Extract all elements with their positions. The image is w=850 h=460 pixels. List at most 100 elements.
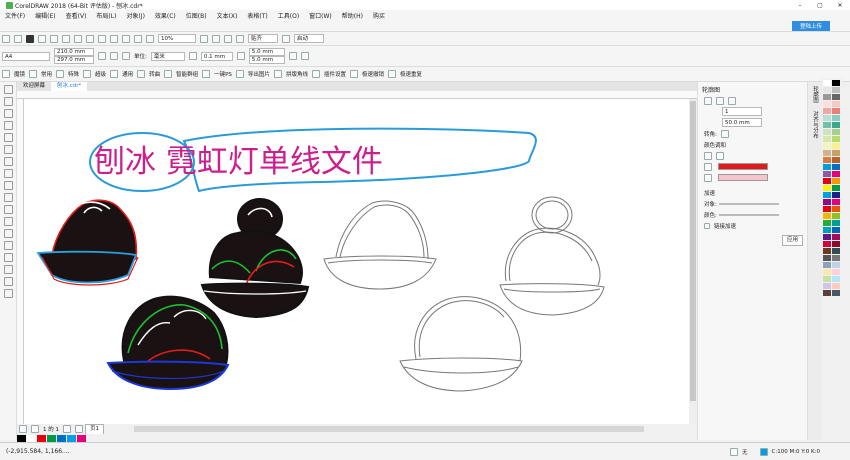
color-swatch[interactable] <box>832 143 840 149</box>
menu-item[interactable]: 表格(T) <box>242 11 272 20</box>
prev-page-icon[interactable] <box>31 425 39 433</box>
color-swatch[interactable] <box>832 178 840 184</box>
duplicate-x-field[interactable]: 5.0 mm <box>248 48 285 56</box>
save-icon[interactable] <box>26 34 34 43</box>
color-swatch[interactable] <box>823 80 831 86</box>
interactive-fill-icon[interactable] <box>4 265 13 274</box>
duplicate-y-field[interactable]: 5.0 mm <box>248 56 285 64</box>
color-accel-slider[interactable] <box>718 213 779 216</box>
rulers-icon[interactable] <box>212 34 220 43</box>
apply-button[interactable]: 应用 <box>781 235 803 246</box>
object-accel-slider[interactable] <box>718 202 779 205</box>
connector-tool-icon[interactable] <box>4 217 13 226</box>
landscape-icon[interactable] <box>110 52 118 60</box>
color-swatch[interactable] <box>823 290 831 296</box>
options-gear-icon[interactable] <box>282 34 290 43</box>
page-tab[interactable]: 页1 <box>85 423 104 435</box>
plugin-button[interactable]: 极速撤销 <box>362 70 384 78</box>
fill-status-icon[interactable] <box>730 447 738 456</box>
color-swatch[interactable] <box>823 150 831 156</box>
color-swatch[interactable] <box>832 101 840 107</box>
launch-dropdown[interactable]: 启动 <box>294 34 324 43</box>
zoom-tool-icon[interactable] <box>4 121 13 130</box>
redo-icon[interactable] <box>98 34 106 43</box>
page-width-field[interactable]: 210.0 mm <box>54 48 94 56</box>
outline-status-icon[interactable] <box>759 447 768 456</box>
crop-tool-icon[interactable] <box>4 109 13 118</box>
vertical-scroll-thumb[interactable] <box>690 101 696 401</box>
vertical-ruler[interactable] <box>17 99 24 424</box>
menu-item[interactable]: 查看(V) <box>61 11 92 20</box>
horizontal-scrollbar[interactable] <box>134 426 644 432</box>
document-color-swatch[interactable] <box>27 434 36 442</box>
unit-dropdown[interactable]: 毫米 <box>150 51 185 61</box>
draw-mode-icon[interactable] <box>288 52 297 60</box>
color-swatch[interactable] <box>832 171 840 177</box>
plugin-button[interactable]: 导出图片 <box>248 70 270 78</box>
snap-to-dropdown[interactable]: 贴齐 <box>248 34 278 43</box>
drawing-canvas[interactable]: 刨冰 霓虹灯单线文件 <box>24 99 689 424</box>
next-page-icon[interactable] <box>63 425 71 433</box>
print-icon[interactable] <box>38 34 46 43</box>
maximize-icon[interactable]: ▢ <box>810 2 830 9</box>
color-swatch[interactable] <box>832 220 840 226</box>
offset-field[interactable]: 50.0 mm <box>722 118 762 127</box>
copy-icon[interactable] <box>62 34 70 43</box>
side-tab-align[interactable]: 对齐与分布 <box>808 107 822 143</box>
shaved-ice-neon-3[interactable] <box>106 295 230 391</box>
color-swatch[interactable] <box>823 87 831 93</box>
plugin-button[interactable]: 极速重复 <box>400 70 422 78</box>
color-swatch[interactable] <box>832 150 840 156</box>
menu-item[interactable]: 对象(J) <box>121 11 149 20</box>
color-swatch[interactable] <box>823 276 831 282</box>
color-swatch[interactable] <box>823 248 831 254</box>
vertical-scrollbar[interactable] <box>689 99 697 424</box>
color-swatch[interactable] <box>832 199 840 205</box>
cut-icon[interactable] <box>50 34 58 43</box>
full-screen-icon[interactable] <box>200 34 208 43</box>
guidelines-icon[interactable] <box>236 34 244 43</box>
color-swatch[interactable] <box>832 157 840 163</box>
color-swatch[interactable] <box>832 94 840 100</box>
menu-item[interactable]: 文件(F) <box>0 11 30 20</box>
text-tool-icon[interactable] <box>4 193 13 202</box>
publish-pdf-icon[interactable] <box>146 34 154 43</box>
page-height-field[interactable]: 297.0 mm <box>54 56 94 64</box>
plugin-button[interactable]: 特殊 <box>68 70 79 78</box>
color-swatch[interactable] <box>823 108 831 114</box>
rectangle-tool-icon[interactable] <box>4 157 13 166</box>
color-swatch[interactable] <box>832 164 840 170</box>
color-swatch[interactable] <box>832 192 840 198</box>
clockwise-blend-icon[interactable] <box>716 151 724 160</box>
transparency-tool-icon[interactable] <box>4 241 13 250</box>
color-swatch[interactable] <box>832 122 840 128</box>
outline-color-swatch[interactable] <box>718 163 768 170</box>
color-swatch[interactable] <box>832 115 840 121</box>
drop-shadow-icon[interactable] <box>4 229 13 238</box>
menu-item[interactable]: 布局(L) <box>91 11 121 20</box>
page-size-dropdown[interactable]: A4 <box>2 51 50 61</box>
color-swatch[interactable] <box>832 206 840 212</box>
document-color-swatch[interactable] <box>17 434 26 442</box>
color-swatch[interactable] <box>823 178 831 184</box>
color-swatch[interactable] <box>832 248 840 254</box>
outside-icon[interactable] <box>728 96 736 105</box>
color-swatch[interactable] <box>832 108 840 114</box>
color-swatch[interactable] <box>823 101 831 107</box>
document-color-swatch[interactable] <box>47 434 56 442</box>
color-swatch[interactable] <box>832 185 840 191</box>
horizontal-ruler[interactable] <box>17 91 697 99</box>
login-button[interactable]: 登陆上传 <box>791 20 830 31</box>
new-icon[interactable] <box>2 34 10 43</box>
color-swatch[interactable] <box>832 213 840 219</box>
export-icon[interactable] <box>134 34 142 43</box>
plugin-button[interactable]: 一键PS <box>214 70 232 78</box>
parallel-dimension-icon[interactable] <box>4 205 13 214</box>
color-swatch[interactable] <box>823 185 831 191</box>
zoom-level-field[interactable]: 10% <box>158 34 196 43</box>
steps-field[interactable]: 1 <box>722 107 762 116</box>
close-icon[interactable]: ✕ <box>830 2 850 9</box>
color-swatch[interactable] <box>832 87 840 93</box>
menu-item[interactable]: 文本(X) <box>212 11 243 20</box>
shaved-ice-outline-1[interactable] <box>323 200 437 290</box>
